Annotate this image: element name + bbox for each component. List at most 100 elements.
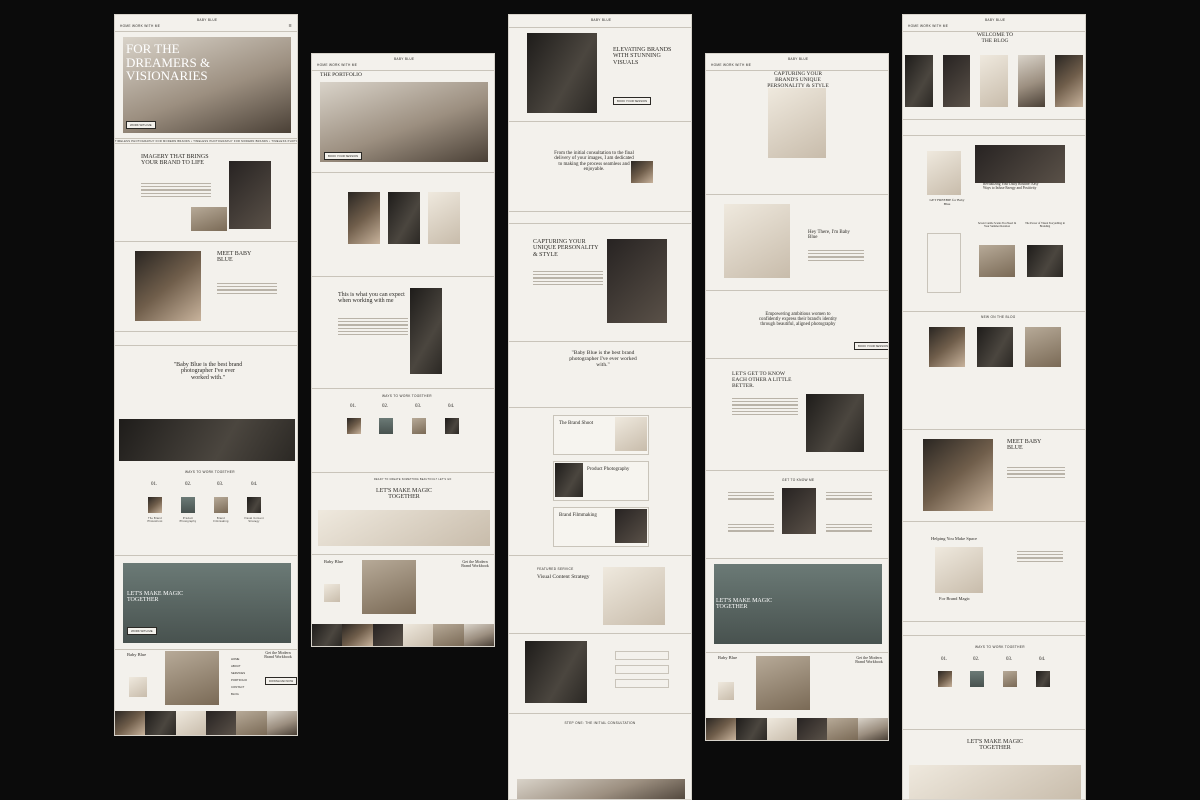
about-book-button[interactable]: BOOK YOUR SESSION bbox=[854, 342, 888, 350]
step-01: 01. bbox=[151, 482, 158, 487]
capture-title: CAPTURING YOUR UNIQUE PERSONALITY & STYL… bbox=[533, 239, 599, 258]
p-step-photo-2 bbox=[379, 418, 393, 434]
brand-logo-5[interactable]: BABY BLUE bbox=[985, 18, 1005, 22]
workbook-title: Get the Modern Brand Workbook bbox=[264, 650, 292, 660]
magic-title: LET'S MAKE MAGIC TOGETHER bbox=[127, 591, 184, 604]
blog-title: WELCOME TO THE BLOG bbox=[976, 32, 1014, 44]
portfolio-ways-title: WAYS TO WORK TOGETHER bbox=[382, 394, 432, 398]
footer-link-about[interactable]: ABOUT bbox=[231, 664, 247, 668]
about-footer-brand: Baby Blue bbox=[718, 655, 738, 660]
footer-link-home[interactable]: HOME bbox=[231, 657, 247, 661]
blog-ways-title: WAYS TO WORK TOGETHER bbox=[975, 645, 1025, 649]
magic-button[interactable]: WORK WITH ME bbox=[127, 627, 157, 635]
footer-link-portfolio[interactable]: PORTFOLIO bbox=[231, 678, 247, 682]
services-book-button[interactable]: BOOK YOUR SESSION bbox=[613, 97, 652, 105]
ticker-banner: TIMELESS PHOTOGRAPHY FOR MODERN BRANDS •… bbox=[115, 138, 297, 144]
featured-kicker: FEATURED SERVICE bbox=[537, 567, 574, 571]
step-label-2: Product Photography bbox=[179, 517, 197, 523]
top-nav-5[interactable]: HOME WORK WITH ME bbox=[908, 24, 948, 28]
hamburger-icon[interactable]: ≡ bbox=[289, 23, 292, 29]
workbook-button[interactable]: DOWNLOAD NOW bbox=[265, 677, 297, 685]
p-step-photo-1 bbox=[347, 418, 361, 434]
portfolio-banner bbox=[318, 510, 490, 546]
portfolio-footer-photo bbox=[362, 560, 416, 614]
b-step-photo-3 bbox=[1003, 671, 1017, 687]
testimonial-quote: "Baby Blue is the best brand photographe… bbox=[173, 362, 243, 381]
footer-link-services[interactable]: SERVICES bbox=[231, 671, 247, 675]
p-step-photo-4 bbox=[445, 418, 459, 434]
hero-button[interactable]: WORK WITH ME bbox=[126, 121, 156, 129]
imagery-title: IMAGERY THAT BRINGS YOUR BRAND TO LIFE bbox=[141, 154, 209, 167]
brand-logo-3[interactable]: BABY BLUE bbox=[591, 18, 611, 22]
services-hero-photo bbox=[527, 33, 597, 113]
magic-kicker: READY TO CREATE SOMETHING BEAUTIFUL? LET… bbox=[374, 478, 452, 481]
post-2-photo bbox=[979, 245, 1015, 277]
post-2-title: Seven Candle Scents You Need In Your Sum… bbox=[977, 222, 1017, 228]
services-bottom-banner bbox=[517, 779, 685, 799]
new-on-blog: NEW ON THE BLOG bbox=[981, 315, 1016, 319]
expect-title: This is what you can expect when working… bbox=[338, 292, 405, 305]
b-step-photo-2 bbox=[970, 671, 984, 687]
blog-hero-strip bbox=[905, 55, 1083, 107]
step-photo-2 bbox=[181, 497, 195, 513]
step-label-3: Brand Filmmaking bbox=[213, 517, 229, 523]
top-nav[interactable]: HOME WORK WITH ME bbox=[120, 24, 160, 28]
footer-link-contact[interactable]: CONTACT bbox=[231, 685, 247, 689]
category-list[interactable] bbox=[927, 233, 961, 293]
step-one-title: STEP ONE: THE INITIAL CONSULTATION bbox=[564, 721, 636, 725]
brand-logo-4[interactable]: BABY BLUE bbox=[788, 57, 808, 61]
step-04: 04. bbox=[251, 482, 258, 487]
blog-page: BABY BLUE HOME WORK WITH ME WELCOME TO T… bbox=[902, 14, 1086, 800]
step-photo bbox=[525, 641, 587, 703]
portfolio-footer-brand: Baby Blue bbox=[324, 559, 344, 564]
footer-avatar bbox=[129, 677, 147, 697]
footer-photo bbox=[165, 651, 219, 705]
freebie-photo bbox=[927, 151, 961, 195]
expect-photo bbox=[410, 288, 442, 374]
b-step-photo-4 bbox=[1036, 671, 1050, 687]
footer-menu[interactable]: HOME ABOUT SERVICES PORTFOLIO CONTACT BL… bbox=[231, 657, 247, 696]
b-step-03: 03. bbox=[1006, 657, 1013, 662]
services-quote: "Baby Blue is the best brand photographe… bbox=[569, 350, 637, 368]
step-label-1: The Brand Photoshoot bbox=[147, 517, 163, 523]
p-step-04: 04. bbox=[448, 404, 455, 409]
about-instagram-strip bbox=[706, 718, 888, 740]
service-card-2-title: Product Photography bbox=[587, 467, 630, 472]
footer-link-blog[interactable]: BLOG bbox=[231, 692, 247, 696]
step-03: 03. bbox=[217, 482, 224, 487]
top-nav-4[interactable]: HOME WORK WITH ME bbox=[711, 63, 751, 67]
imagery-photo-small bbox=[191, 207, 227, 231]
brand-logo[interactable]: BABY BLUE bbox=[197, 18, 217, 22]
meet-photo bbox=[135, 251, 201, 321]
about-hero-photo bbox=[768, 88, 826, 158]
portfolio-footer-avatar bbox=[324, 584, 340, 602]
service-card-3-title: Brand Filmmaking bbox=[559, 513, 597, 518]
blog-magic-title: LET'S MAKE MAGIC TOGETHER bbox=[966, 739, 1024, 752]
step-photo-3 bbox=[214, 497, 228, 513]
accordion-1[interactable] bbox=[615, 651, 669, 660]
top-nav-2[interactable]: HOME WORK WITH ME bbox=[317, 63, 357, 67]
get-to-know-title: GET TO KNOW ME bbox=[782, 478, 815, 482]
b-step-04: 04. bbox=[1039, 657, 1046, 662]
gallery-photo-1 bbox=[348, 192, 380, 244]
p-step-02: 02. bbox=[382, 404, 389, 409]
brand-logo-2[interactable]: BABY BLUE bbox=[394, 57, 414, 61]
about-magic-title: LET'S MAKE MAGIC TOGETHER bbox=[716, 598, 773, 611]
post-3-photo bbox=[1027, 245, 1063, 277]
p-step-03: 03. bbox=[415, 404, 422, 409]
gallery-photo-3 bbox=[428, 192, 460, 244]
accordion-3[interactable] bbox=[615, 679, 669, 688]
about-workbook: Get the Modern Brand Workbook bbox=[855, 655, 883, 665]
freebie-text: GET FREEBIE for Baby Blue bbox=[929, 198, 965, 206]
hey-photo bbox=[724, 204, 790, 278]
consult-text: From the initial consultation to the fin… bbox=[554, 151, 634, 172]
services-page: BABY BLUE ELEVATING BRANDS WITH STUNNING… bbox=[508, 14, 692, 800]
service-card-1-photo bbox=[615, 417, 647, 451]
capture-photo bbox=[607, 239, 667, 323]
accordion-2[interactable] bbox=[615, 665, 669, 674]
portfolio-workbook: Get the Modern Brand Workbook bbox=[461, 559, 489, 569]
featured-photo bbox=[603, 567, 665, 625]
services-title: ELEVATING BRANDS WITH STUNNING VISUALS bbox=[613, 47, 672, 66]
step-photo-4 bbox=[247, 497, 261, 513]
book-session-button[interactable]: BOOK YOUR SESSION bbox=[324, 152, 363, 160]
